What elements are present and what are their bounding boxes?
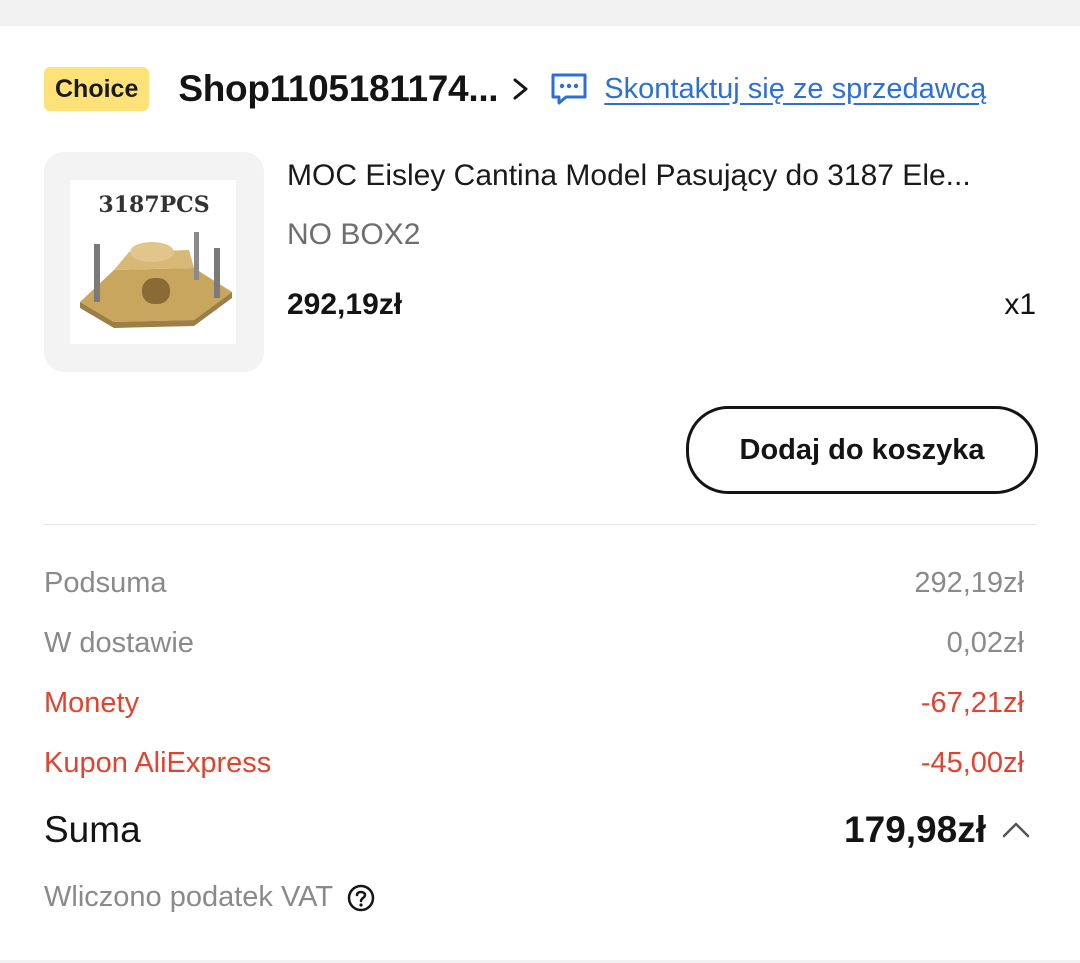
total-label: Suma	[44, 809, 141, 850]
divider	[44, 524, 1036, 525]
product-title[interactable]: MOC Eisley Cantina Model Pasujący do 318…	[287, 159, 1037, 193]
product-quantity: x1	[1004, 288, 1036, 321]
order-card: Choice Shop1105181174... Skontaktuj się …	[0, 26, 1080, 960]
shipping-label: W dostawie	[44, 627, 194, 659]
chat-icon[interactable]	[550, 72, 588, 106]
choice-badge: Choice	[44, 67, 150, 111]
product-price: 292,19zł	[287, 288, 403, 321]
add-to-cart-button[interactable]: Dodaj do koszyka	[686, 406, 1038, 494]
page: Choice Shop1105181174... Skontaktuj się …	[0, 0, 1080, 963]
coupon-value: -45,00zł	[920, 747, 1024, 779]
subtotal-label: Podsuma	[44, 567, 167, 599]
chevron-right-icon[interactable]	[510, 75, 532, 103]
help-circle-icon[interactable]	[347, 884, 375, 912]
coins-row: Monety -67,21zł	[44, 687, 1024, 720]
contact-seller-link[interactable]: Skontaktuj się ze sprzedawcą	[604, 73, 986, 106]
shipping-row: W dostawie 0,02zł	[44, 627, 1024, 660]
coupon-row: Kupon AliExpress -45,00zł	[44, 747, 1024, 780]
vat-label: Wliczono podatek VAT	[44, 881, 334, 913]
product-image[interactable]: 3187PCS	[44, 152, 264, 372]
total-value: 179,98zł	[844, 809, 986, 850]
product-variant: NO BOX2	[287, 218, 421, 251]
subtotal-value: 292,19zł	[914, 567, 1024, 599]
shop-header: Choice Shop1105181174... Skontaktuj się …	[44, 66, 1036, 112]
subtotal-row: Podsuma 292,19zł	[44, 567, 1024, 600]
coupon-label: Kupon AliExpress	[44, 747, 272, 779]
shipping-value: 0,02zł	[946, 627, 1024, 659]
coins-value: -67,21zł	[920, 687, 1024, 719]
vat-row: Wliczono podatek VAT	[44, 881, 375, 914]
coins-label: Monety	[44, 687, 140, 719]
product-image-caption: 3187PCS	[98, 192, 209, 218]
chevron-up-icon[interactable]	[1000, 818, 1032, 842]
shop-name-link[interactable]: Shop1105181174...	[178, 68, 498, 110]
